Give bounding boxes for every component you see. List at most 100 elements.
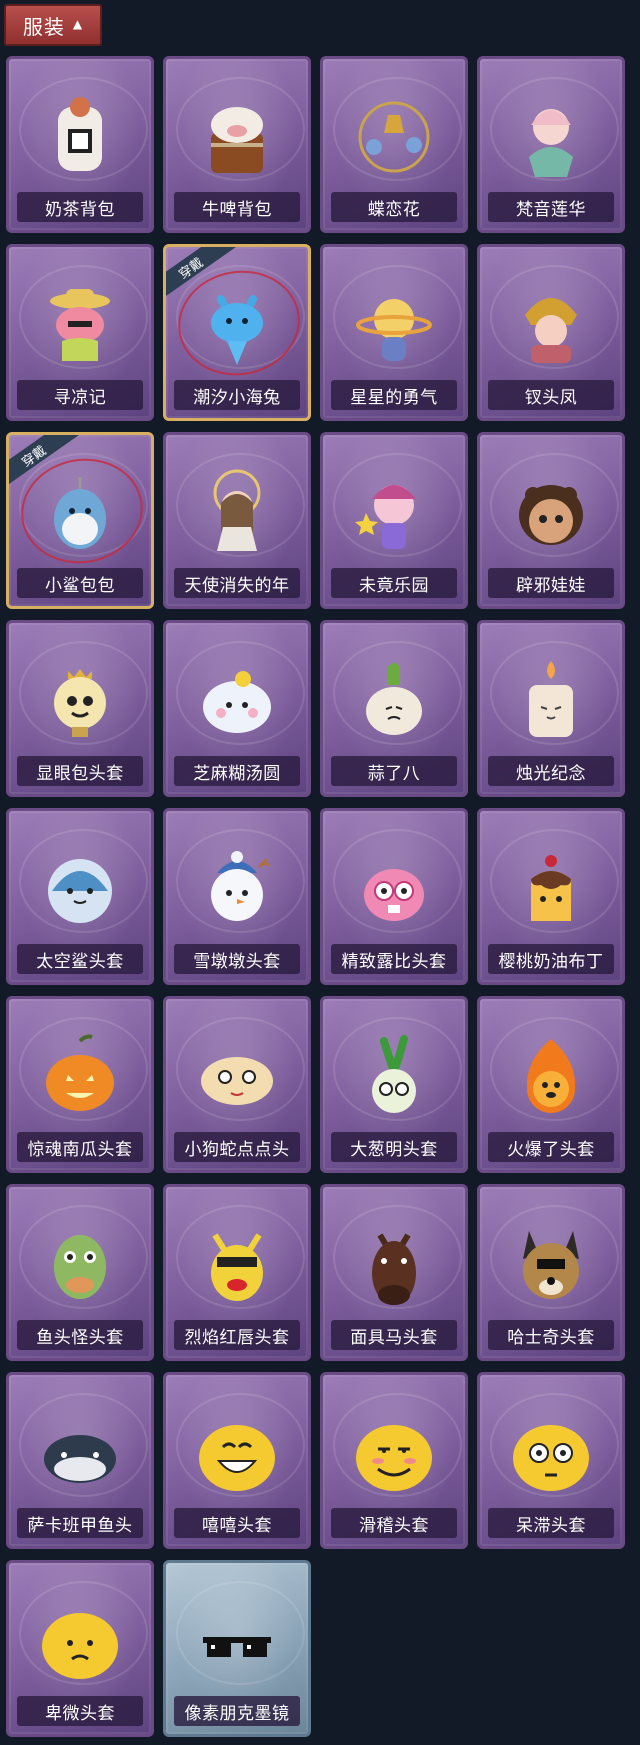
fish-fossil-head-icon: [9, 1403, 151, 1503]
item-label: 火爆了头套: [507, 1139, 595, 1160]
item-card[interactable]: 嘻嘻头套: [163, 1372, 311, 1549]
item-card[interactable]: 面具马头套: [320, 1184, 468, 1361]
item-label: 萨卡班甲鱼头: [27, 1515, 133, 1536]
item-card[interactable]: 樱桃奶油布丁: [477, 808, 625, 985]
item-label-bar: 滑稽头套: [331, 1508, 457, 1538]
item-card[interactable]: 穿戴 小鲨包包: [6, 432, 154, 609]
item-label: 太空鲨头套: [36, 951, 124, 972]
item-card[interactable]: 像素朋克墨镜: [163, 1560, 311, 1737]
item-label: 奶茶背包: [45, 199, 115, 220]
item-card[interactable]: 蝶恋花: [320, 56, 468, 233]
item-label: 面具马头套: [350, 1327, 438, 1348]
angel-doll-icon: [166, 463, 308, 563]
butterfly-flower-bell-icon: [323, 87, 465, 187]
item-card[interactable]: 大葱明头套: [320, 996, 468, 1173]
item-label: 牛啤背包: [202, 199, 272, 220]
item-card[interactable]: 穿戴 潮汐小海兔: [163, 244, 311, 421]
item-label: 惊魂南瓜头套: [27, 1139, 133, 1160]
item-card[interactable]: 惊魂南瓜头套: [6, 996, 154, 1173]
item-label: 小鲨包包: [45, 575, 115, 596]
item-label-bar: 钗头凤: [488, 380, 614, 410]
pixel-sunglasses-icon: [166, 1591, 308, 1691]
item-card[interactable]: 呆滞头套: [477, 1372, 625, 1549]
item-card[interactable]: 卑微头套: [6, 1560, 154, 1737]
item-label: 寻凉记: [53, 387, 107, 408]
item-label-bar: 呆滞头套: [488, 1508, 614, 1538]
item-label-bar: 天使消失的年: [174, 568, 300, 598]
item-label: 樱桃奶油布丁: [498, 951, 604, 972]
pudding-head-icon: [480, 839, 622, 939]
dazed-emoji-head-icon: [480, 1403, 622, 1503]
item-card[interactable]: 天使消失的年: [163, 432, 311, 609]
item-label-bar: 未竟乐园: [331, 568, 457, 598]
item-card[interactable]: 辟邪娃娃: [477, 432, 625, 609]
item-card[interactable]: 精致露比头套: [320, 808, 468, 985]
pumpkin-head-icon: [9, 1027, 151, 1127]
item-label-bar: 蝶恋花: [331, 192, 457, 222]
item-card[interactable]: 牛啤背包: [163, 56, 311, 233]
item-label-bar: 萨卡班甲鱼头: [17, 1508, 143, 1538]
item-label-bar: 卑微头套: [17, 1696, 143, 1726]
item-label: 蒜了八: [367, 763, 421, 784]
item-label-bar: 大葱明头套: [331, 1132, 457, 1162]
item-label-bar: 奶茶背包: [17, 192, 143, 222]
item-card[interactable]: 鱼头怪头套: [6, 1184, 154, 1361]
item-label-bar: 面具马头套: [331, 1320, 457, 1350]
lotus-fairy-icon: [480, 87, 622, 187]
item-card[interactable]: 星星的勇气: [320, 244, 468, 421]
item-card[interactable]: 火爆了头套: [477, 996, 625, 1173]
item-label-bar: 鱼头怪头套: [17, 1320, 143, 1350]
phoenix-crown-icon: [480, 275, 622, 375]
item-label-bar: 芝麻糊汤圆: [174, 756, 300, 786]
pink-beaver-head-icon: [323, 839, 465, 939]
item-label-bar: 樱桃奶油布丁: [488, 944, 614, 974]
space-shark-head-icon: [9, 839, 151, 939]
item-label-bar: 梵音莲华: [488, 192, 614, 222]
category-header[interactable]: 服装 ▲: [4, 4, 102, 46]
item-card[interactable]: 奶茶背包: [6, 56, 154, 233]
item-card[interactable]: 芝麻糊汤圆: [163, 620, 311, 797]
item-card[interactable]: 未竟乐园: [320, 432, 468, 609]
item-label-bar: 精致露比头套: [331, 944, 457, 974]
item-card[interactable]: 寻凉记: [6, 244, 154, 421]
item-card[interactable]: 烈焰红唇头套: [163, 1184, 311, 1361]
item-label-bar: 惊魂南瓜头套: [17, 1132, 143, 1162]
item-card[interactable]: 萨卡班甲鱼头: [6, 1372, 154, 1549]
item-label-bar: 潮汐小海兔: [174, 380, 300, 410]
husky-head-icon: [480, 1215, 622, 1315]
item-label-bar: 哈士奇头套: [488, 1320, 614, 1350]
blue-sea-bunny-icon: [166, 275, 308, 375]
item-card[interactable]: 太空鲨头套: [6, 808, 154, 985]
item-label: 未竟乐园: [359, 575, 429, 596]
item-label-bar: 太空鲨头套: [17, 944, 143, 974]
red-lips-head-icon: [166, 1215, 308, 1315]
grin-emoji-head-icon: [166, 1403, 308, 1503]
item-label: 嘻嘻头套: [202, 1515, 272, 1536]
item-label-bar: 星星的勇气: [331, 380, 457, 410]
item-label: 潮汐小海兔: [193, 387, 281, 408]
funny-emoji-head-icon: [323, 1403, 465, 1503]
item-label: 哈士奇头套: [507, 1327, 595, 1348]
item-label: 显眼包头套: [36, 763, 124, 784]
item-label-bar: 雪墩墩头套: [174, 944, 300, 974]
talisman-doll-icon: [480, 463, 622, 563]
item-label: 蝶恋花: [367, 199, 421, 220]
item-label: 芝麻糊汤圆: [193, 763, 281, 784]
item-card[interactable]: 滑稽头套: [320, 1372, 468, 1549]
item-card[interactable]: 梵音莲华: [477, 56, 625, 233]
humble-emoji-head-icon: [9, 1591, 151, 1691]
star-girl-doll-icon: [323, 463, 465, 563]
item-card[interactable]: 蒜了八: [320, 620, 468, 797]
item-label: 大葱明头套: [350, 1139, 438, 1160]
item-card[interactable]: 钗头凤: [477, 244, 625, 421]
item-label: 精致露比头套: [341, 951, 447, 972]
item-card[interactable]: 小狗蛇点点头: [163, 996, 311, 1173]
item-card[interactable]: 雪墩墩头套: [163, 808, 311, 985]
item-card[interactable]: 烛光纪念: [477, 620, 625, 797]
item-label: 天使消失的年: [184, 575, 290, 596]
item-label-bar: 辟邪娃娃: [488, 568, 614, 598]
item-label: 星星的勇气: [350, 387, 438, 408]
scallion-head-icon: [323, 1027, 465, 1127]
item-card[interactable]: 哈士奇头套: [477, 1184, 625, 1361]
item-card[interactable]: 显眼包头套: [6, 620, 154, 797]
